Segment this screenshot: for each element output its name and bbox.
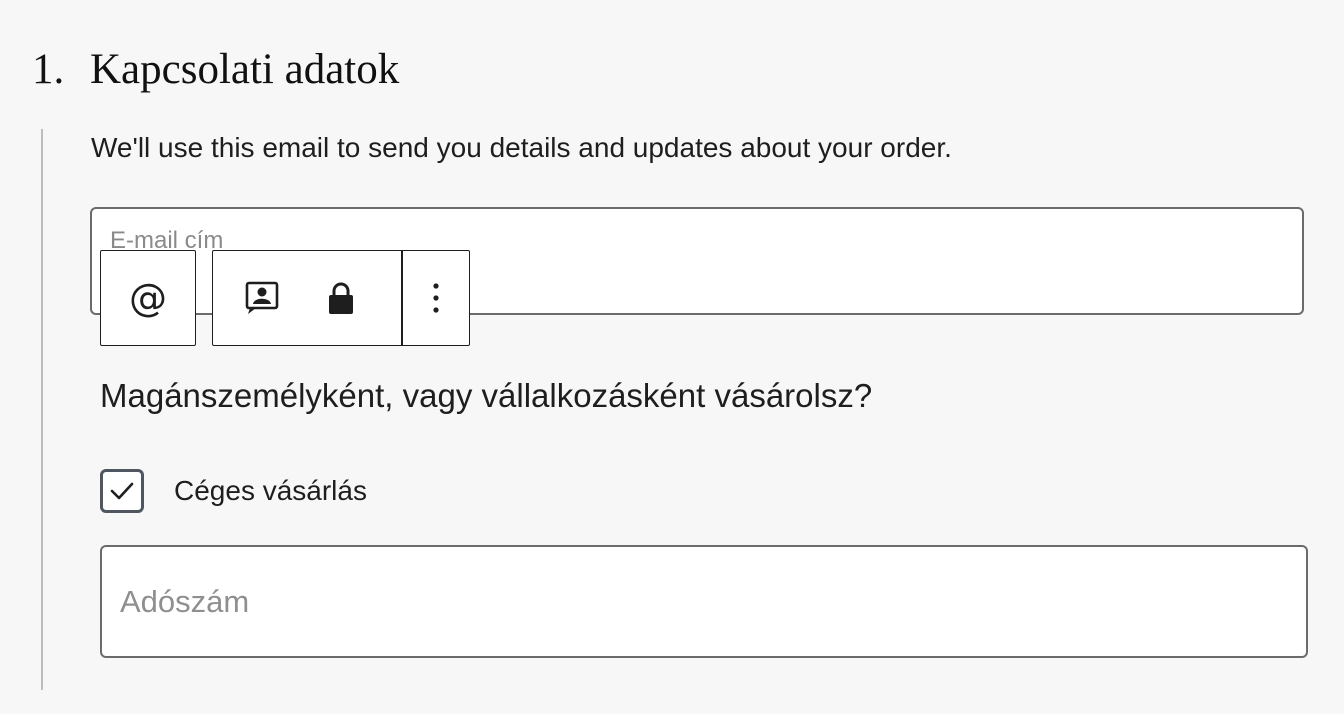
at-sign-icon[interactable]: @ [101,251,195,345]
lock-icon [329,282,353,314]
company-purchase-label[interactable]: Céges vásárlás [174,472,367,510]
step-rail [41,129,43,690]
toolbar-actions-group [212,250,470,346]
more-options-icon [433,283,439,313]
company-purchase-checkbox[interactable] [100,469,144,513]
contact-card-icon [245,281,279,314]
tax-number-input[interactable] [100,545,1308,658]
contact-card-button[interactable] [213,251,311,345]
checkmark-icon [110,482,134,500]
step-number: 1. [32,46,65,93]
section-heading: 1. Kapcsolati adatok [32,42,399,98]
section-title: Kapcsolati adatok [90,46,400,93]
email-description: We'll use this email to send you details… [91,132,952,163]
toolbar-block-group: @ [100,250,196,346]
lock-button[interactable] [311,251,371,345]
customer-type-question: Magánszemélyként, vagy vállalkozásként v… [100,377,873,414]
more-options-button[interactable] [403,251,470,345]
